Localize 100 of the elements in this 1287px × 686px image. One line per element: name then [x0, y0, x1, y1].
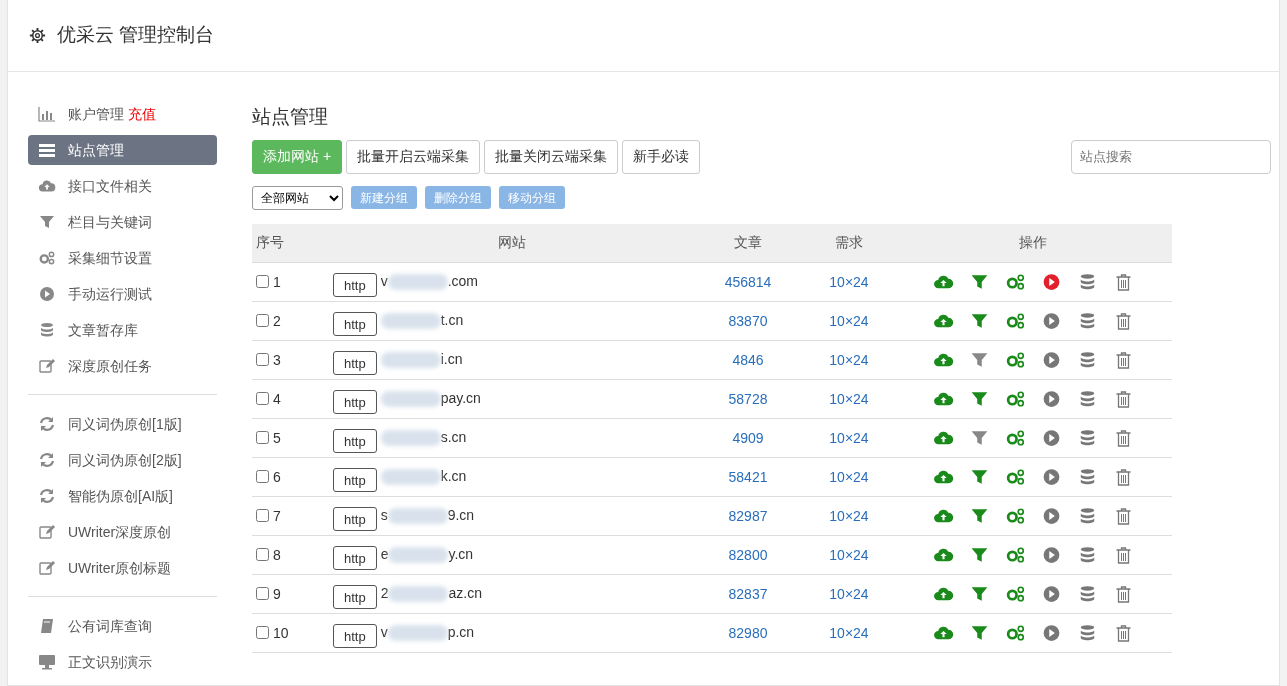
bar-chart-icon — [38, 106, 56, 122]
sidebar-item[interactable]: 站点管理 — [28, 135, 217, 165]
gears-icon[interactable] — [1004, 624, 1026, 642]
toolbar-button[interactable]: 批量开启云端采集 — [346, 139, 481, 174]
demand-value: 10×24 — [829, 546, 869, 563]
row-checkbox[interactable] — [256, 274, 269, 288]
article-count[interactable]: 58421 — [728, 468, 768, 485]
sidebar-item[interactable]: 接口文件相关 — [28, 171, 217, 201]
gears-icon[interactable] — [1004, 507, 1026, 525]
database-icon — [38, 322, 56, 338]
gears-icon — [38, 250, 56, 266]
article-count[interactable]: 82980 — [728, 624, 768, 641]
group-dropdown[interactable]: 全部网站 — [252, 185, 343, 210]
blurred-text — [380, 430, 441, 446]
cloud-upload-icon[interactable] — [932, 585, 954, 603]
sidebar-item[interactable]: 账户管理 充值 — [28, 99, 217, 129]
article-count[interactable]: 82800 — [728, 546, 768, 563]
filter-icon — [38, 214, 56, 230]
cloud-upload-icon[interactable] — [932, 429, 954, 447]
sidebar-item[interactable]: 采集细节设置 — [28, 243, 217, 273]
row-checkbox[interactable] — [256, 469, 269, 483]
sidebar-item[interactable]: 同义词伪原创[1版] — [28, 409, 217, 439]
toolbar-button[interactable]: 新手必读 — [622, 139, 701, 174]
monitor-icon — [38, 654, 56, 670]
cloud-upload-icon[interactable] — [932, 273, 954, 291]
cloud-upload-icon[interactable] — [932, 351, 954, 369]
article-count[interactable]: 58728 — [728, 390, 768, 407]
sidebar-item[interactable]: 手动运行测试 — [28, 279, 217, 309]
cloud-upload-icon[interactable] — [932, 312, 954, 330]
gears-icon[interactable] — [1004, 273, 1026, 291]
column-header: 操作 — [894, 223, 1172, 263]
demand-value: 10×24 — [829, 312, 869, 329]
protocol-button[interactable]: http — [333, 312, 377, 336]
protocol-button[interactable]: http — [333, 351, 377, 375]
blurred-text — [380, 391, 441, 407]
row-number: 3 — [273, 351, 281, 368]
row-number: 10 — [273, 624, 289, 641]
row-checkbox[interactable] — [256, 508, 269, 522]
protocol-button[interactable]: http — [333, 507, 377, 531]
row-checkbox[interactable] — [256, 430, 269, 444]
recharge-link[interactable]: 充值 — [128, 103, 156, 125]
cloud-upload-icon — [38, 178, 56, 194]
row-number: 5 — [273, 429, 281, 446]
protocol-button[interactable]: http — [333, 429, 377, 453]
sidebar-item[interactable]: 文章暂存库 — [28, 315, 217, 345]
article-count[interactable]: 82987 — [728, 507, 768, 524]
article-count[interactable]: 83870 — [728, 312, 768, 329]
sidebar-item[interactable]: 深度原创任务 — [28, 351, 217, 381]
cloud-upload-icon[interactable] — [932, 468, 954, 486]
demand-value: 10×24 — [829, 390, 869, 407]
protocol-button[interactable]: http — [333, 390, 377, 414]
gears-icon[interactable] — [1004, 312, 1026, 330]
cloud-upload-icon[interactable] — [932, 507, 954, 525]
protocol-button[interactable]: http — [333, 273, 377, 297]
sidebar-item[interactable]: UWriter原创标题 — [28, 553, 217, 583]
row-checkbox[interactable] — [256, 352, 269, 366]
gears-icon[interactable] — [1004, 546, 1026, 564]
sidebar-item[interactable]: 公有词库查询 — [28, 611, 217, 641]
play-icon — [38, 286, 56, 302]
protocol-button[interactable]: http — [333, 585, 377, 609]
demand-value: 10×24 — [829, 507, 869, 524]
site-domain: s 9.cn — [380, 506, 475, 523]
blurred-text — [388, 547, 449, 563]
row-checkbox[interactable] — [256, 586, 269, 600]
sidebar-item[interactable]: 栏目与关键词 — [28, 207, 217, 237]
protocol-button[interactable]: http — [333, 468, 377, 492]
gears-icon[interactable] — [1004, 351, 1026, 369]
demand-value: 10×24 — [829, 468, 869, 485]
edit-icon — [38, 560, 56, 576]
sidebar-item[interactable]: 正文识别演示 — [28, 647, 217, 677]
article-count[interactable]: 4846 — [732, 351, 764, 368]
row-checkbox[interactable] — [256, 391, 269, 405]
article-count[interactable]: 4909 — [732, 429, 764, 446]
gears-icon[interactable] — [1004, 429, 1026, 447]
sidebar-item[interactable]: 同义词伪原创[2版] — [28, 445, 217, 475]
site-domain: e y.cn — [380, 545, 474, 562]
blurred-text — [388, 586, 449, 602]
gears-icon[interactable] — [1004, 585, 1026, 603]
blurred-text — [387, 625, 448, 641]
site-domain: s.cn — [380, 428, 467, 445]
toolbar-button[interactable]: 批量关闭云端采集 — [484, 139, 619, 174]
gears-icon[interactable] — [1004, 468, 1026, 486]
sidebar-item[interactable]: 智能伪原创[AI版] — [28, 481, 217, 511]
protocol-button[interactable]: http — [333, 624, 377, 648]
cloud-upload-icon[interactable] — [932, 624, 954, 642]
row-checkbox[interactable] — [256, 313, 269, 327]
cloud-upload-icon[interactable] — [932, 546, 954, 564]
row-checkbox[interactable] — [256, 625, 269, 639]
sidebar-item[interactable]: UWriter深度原创 — [28, 517, 217, 547]
search-field[interactable]: 站点搜索 — [1071, 139, 1271, 174]
blurred-text — [387, 508, 448, 524]
column-header: 序号 — [252, 223, 332, 263]
row-checkbox[interactable] — [256, 547, 269, 561]
cloud-upload-icon[interactable] — [932, 390, 954, 408]
refresh-icon — [38, 452, 56, 468]
article-count[interactable]: 456814 — [724, 273, 772, 290]
site-domain: pay.cn — [380, 389, 481, 406]
gears-icon[interactable] — [1004, 390, 1026, 408]
protocol-button[interactable]: http — [333, 546, 377, 570]
article-count[interactable]: 82837 — [728, 585, 768, 602]
